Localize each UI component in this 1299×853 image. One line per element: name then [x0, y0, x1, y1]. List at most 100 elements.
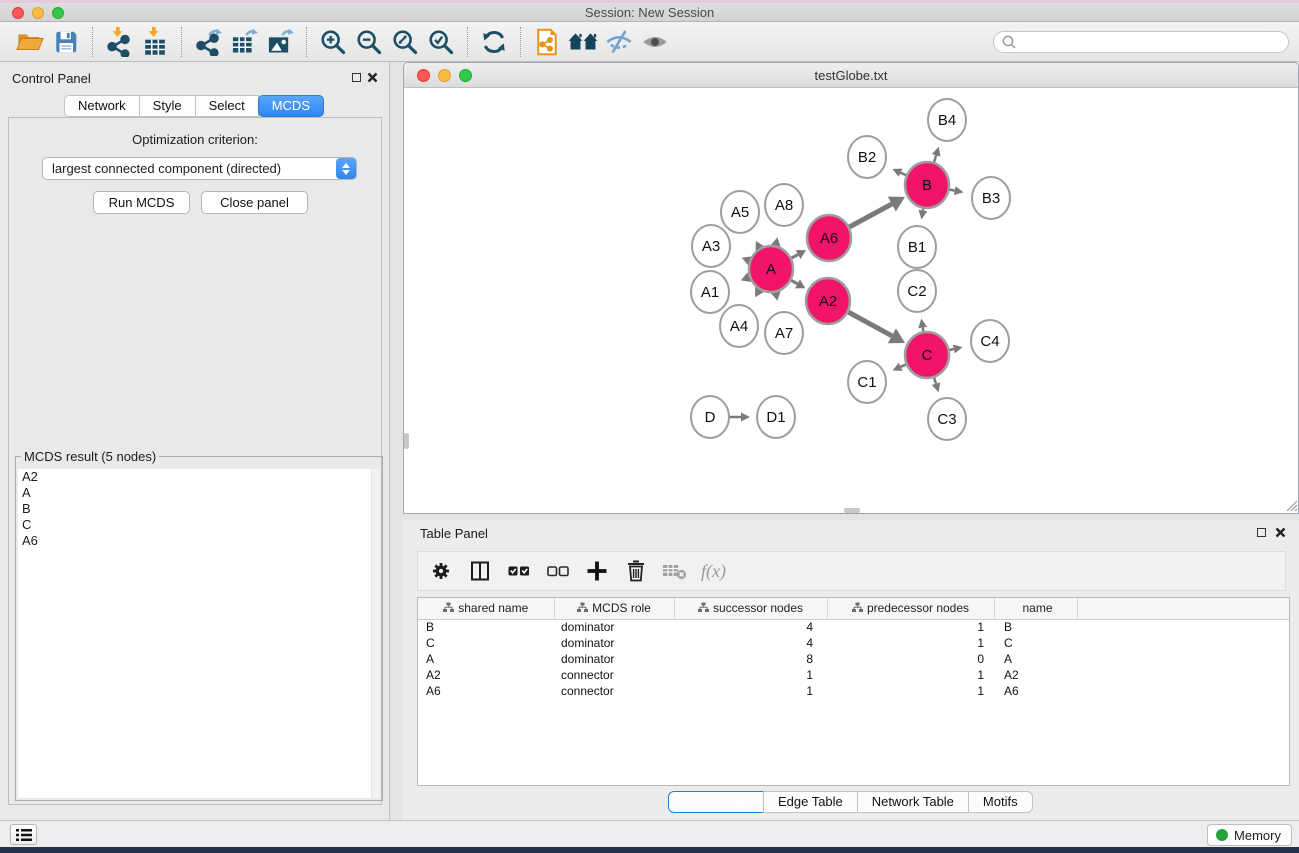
resize-grip-icon[interactable]: [1284, 498, 1297, 511]
table-cell[interactable]: 0: [827, 651, 994, 667]
tab-edge-table[interactable]: Edge Table: [763, 791, 858, 813]
criterion-dropdown[interactable]: largest connected component (directed): [42, 157, 357, 180]
close-table-panel-icon[interactable]: [1275, 527, 1286, 538]
node-B4[interactable]: B4: [928, 99, 966, 141]
table-cell[interactable]: A2: [994, 667, 1077, 683]
column-header-shared-name[interactable]: shared name: [418, 598, 554, 619]
open-recent-home-icon[interactable]: [565, 26, 601, 58]
table-cell[interactable]: 4: [674, 635, 827, 651]
network-from-document-icon[interactable]: [529, 26, 565, 58]
export-table-icon[interactable]: [226, 26, 262, 58]
network-view-window[interactable]: testGlobe.txt B4B2B3A8A5A3B1A1C2A4A7C4C1…: [403, 62, 1299, 514]
dropdown-stepper-icon[interactable]: [336, 158, 356, 179]
node-B[interactable]: B: [905, 162, 949, 208]
column-header-name[interactable]: name: [994, 598, 1077, 619]
table-cell[interactable]: 1: [827, 683, 994, 699]
table-row[interactable]: A2connector11A2: [418, 667, 1289, 683]
tab-node-table[interactable]: Node Table: [668, 791, 764, 813]
mcds-result-list[interactable]: A2ABCA6: [18, 469, 380, 798]
column-header-MCDS-role[interactable]: MCDS role: [554, 598, 674, 619]
table-cell[interactable]: A6: [418, 683, 554, 699]
node-A3[interactable]: A3: [692, 225, 730, 267]
tab-style[interactable]: Style: [139, 95, 196, 117]
table-cell[interactable]: dominator: [554, 635, 674, 651]
table-cell[interactable]: B: [994, 619, 1077, 635]
mcds-result-item[interactable]: B: [18, 501, 380, 517]
node-A6[interactable]: A6: [807, 215, 851, 261]
table-row[interactable]: A6connector11A6: [418, 683, 1289, 699]
node-C[interactable]: C: [905, 332, 949, 378]
table-cell[interactable]: 4: [674, 619, 827, 635]
show-graphics-details-icon[interactable]: [637, 26, 673, 58]
table-cell[interactable]: connector: [554, 683, 674, 699]
tab-select[interactable]: Select: [195, 95, 259, 117]
node-C1[interactable]: C1: [848, 361, 886, 403]
node-A5[interactable]: A5: [721, 191, 759, 233]
table-cell[interactable]: B: [418, 619, 554, 635]
table-cell[interactable]: A: [994, 651, 1077, 667]
delete-column-icon[interactable]: [623, 558, 649, 584]
result-scrollbar[interactable]: [371, 469, 380, 798]
mcds-result-item[interactable]: A2: [18, 469, 380, 485]
node-D[interactable]: D: [691, 396, 729, 438]
node-C2[interactable]: C2: [898, 270, 936, 312]
run-mcds-button[interactable]: Run MCDS: [93, 191, 190, 214]
node-B2[interactable]: B2: [848, 136, 886, 178]
zoom-out-icon[interactable]: [351, 26, 387, 58]
select-all-icon[interactable]: [506, 558, 532, 584]
table-cell[interactable]: C: [418, 635, 554, 651]
node-A1[interactable]: A1: [691, 271, 729, 313]
node-C4[interactable]: C4: [971, 320, 1009, 362]
float-table-panel-icon[interactable]: [1257, 528, 1266, 537]
table-cell[interactable]: connector: [554, 667, 674, 683]
network-graph[interactable]: B4B2B3A8A5A3B1A1C2A4A7C4C1DD1C3BA6AA2C: [404, 88, 1298, 512]
deselect-all-icon[interactable]: [545, 558, 571, 584]
node-C3[interactable]: C3: [928, 398, 966, 440]
table-row[interactable]: Cdominator41C: [418, 635, 1289, 651]
table-row[interactable]: Adominator80A: [418, 651, 1289, 667]
mcds-result-item[interactable]: A: [18, 485, 380, 501]
network-window-titlebar[interactable]: testGlobe.txt: [404, 63, 1298, 88]
table-cell[interactable]: dominator: [554, 651, 674, 667]
zoom-fit-icon[interactable]: [387, 26, 423, 58]
export-image-icon[interactable]: [262, 26, 298, 58]
column-header-predecessor-nodes[interactable]: predecessor nodes: [827, 598, 994, 619]
node-A2[interactable]: A2: [806, 278, 850, 324]
table-cell[interactable]: 1: [827, 667, 994, 683]
table-cell[interactable]: 1: [827, 619, 994, 635]
table-cell[interactable]: 8: [674, 651, 827, 667]
table-cell[interactable]: A6: [994, 683, 1077, 699]
search-field[interactable]: [993, 31, 1289, 53]
search-input[interactable]: [1017, 35, 1288, 49]
zoom-in-icon[interactable]: [315, 26, 351, 58]
table-cell[interactable]: A2: [418, 667, 554, 683]
horizontal-scrollbar-thumb[interactable]: [844, 508, 860, 513]
table-cell[interactable]: 1: [827, 635, 994, 651]
tab-network[interactable]: Network: [64, 95, 140, 117]
node-A4[interactable]: A4: [720, 305, 758, 347]
node-B3[interactable]: B3: [972, 177, 1010, 219]
table-cell[interactable]: 1: [674, 667, 827, 683]
mcds-result-item[interactable]: A6: [18, 533, 380, 549]
task-history-button[interactable]: [10, 824, 37, 845]
node-table[interactable]: shared nameMCDS rolesuccessor nodesprede…: [417, 597, 1290, 786]
session-titlebar[interactable]: Session: New Session: [0, 3, 1299, 22]
refresh-icon[interactable]: [476, 26, 512, 58]
import-table-icon[interactable]: [137, 26, 173, 58]
node-A7[interactable]: A7: [765, 312, 803, 354]
zoom-selected-icon[interactable]: [423, 26, 459, 58]
node-A[interactable]: A: [749, 246, 793, 292]
tab-motifs[interactable]: Motifs: [968, 791, 1033, 813]
node-A8[interactable]: A8: [765, 184, 803, 226]
tab-mcds[interactable]: MCDS: [258, 95, 324, 117]
import-network-icon[interactable]: [101, 26, 137, 58]
close-panel-icon[interactable]: [367, 72, 378, 83]
table-cell[interactable]: dominator: [554, 619, 674, 635]
close-panel-button[interactable]: Close panel: [201, 191, 308, 214]
open-session-icon[interactable]: [12, 26, 48, 58]
hide-graphics-details-icon[interactable]: [601, 26, 637, 58]
add-column-icon[interactable]: [584, 558, 610, 584]
export-network-icon[interactable]: [190, 26, 226, 58]
mcds-result-item[interactable]: C: [18, 517, 380, 533]
show-column-panel-icon[interactable]: [467, 558, 493, 584]
